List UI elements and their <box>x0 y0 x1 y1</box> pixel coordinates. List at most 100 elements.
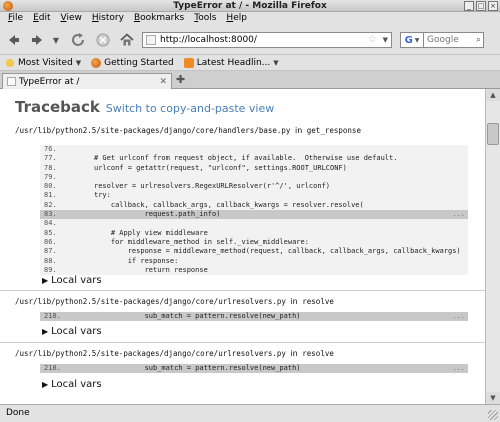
expand-context-icon[interactable]: ... <box>452 312 465 321</box>
local-vars-toggle[interactable]: ▶ Local vars <box>42 379 102 390</box>
code-context: 218. sub_match = pattern.resolve(new_pat… <box>40 312 468 322</box>
star-icon <box>5 57 15 68</box>
frame-file-path: /usr/lib/python2.5/site-packages/django/… <box>15 297 334 306</box>
menu-tools[interactable]: Tools <box>189 12 221 25</box>
frame-function: get_response <box>306 126 361 135</box>
url-dropdown-icon[interactable]: ▼ <box>383 33 388 47</box>
home-button[interactable] <box>118 31 136 49</box>
bookmark-label: Most Visited <box>18 57 73 68</box>
line-number: 84. <box>44 219 57 228</box>
code-line: 87. response = middleware_method(request… <box>40 247 468 256</box>
chevron-down-icon: ▼ <box>52 35 60 45</box>
chevron-down-icon: ▼ <box>75 58 82 67</box>
menu-bookmarks[interactable]: Bookmarks <box>129 12 189 25</box>
tab-close-icon[interactable]: ✕ <box>159 77 171 87</box>
search-engine-selector[interactable]: G ▼ <box>400 32 424 48</box>
window-controls: _ □ × <box>464 1 498 11</box>
line-source: return response <box>94 265 208 274</box>
line-number: 88. <box>44 256 57 265</box>
menu-file[interactable]: File <box>3 12 28 25</box>
line-source: for middleware_method in self._view_midd… <box>94 237 309 246</box>
line-number: 85. <box>44 228 57 237</box>
bookmark-most-visited[interactable]: Most Visited ▼ <box>0 55 86 71</box>
bookmark-getting-started[interactable]: Getting Started <box>86 55 179 71</box>
bookmark-star-icon[interactable]: ☆ <box>368 33 377 47</box>
code-line-highlighted: 218. sub_match = pattern.resolve(new_pat… <box>40 312 468 322</box>
frame-file-path: /usr/lib/python2.5/site-packages/django/… <box>15 126 361 135</box>
search-box[interactable]: ⌕ <box>424 32 484 48</box>
line-number: 218. <box>44 312 61 320</box>
back-button[interactable] <box>4 31 22 49</box>
page-content: Traceback Switch to copy-and-paste view … <box>0 89 485 404</box>
code-line: 76. <box>40 145 468 154</box>
line-source: urlconf = getattr(request, "urlconf", se… <box>94 163 347 172</box>
history-dropdown-button[interactable]: ▼ <box>51 31 61 49</box>
reload-button[interactable] <box>69 31 87 49</box>
minimize-icon[interactable]: _ <box>464 1 474 11</box>
menu-view[interactable]: View <box>56 12 87 25</box>
scroll-up-icon[interactable]: ▲ <box>486 89 500 101</box>
menu-edit[interactable]: Edit <box>28 12 55 25</box>
stop-button[interactable] <box>94 31 112 49</box>
scroll-down-icon[interactable]: ▼ <box>486 392 500 404</box>
page-favicon-icon <box>7 77 16 86</box>
code-context: 218. sub_match = pattern.resolve(new_pat… <box>40 364 468 374</box>
vertical-scrollbar[interactable]: ▲ ▼ <box>485 89 500 404</box>
resize-grip-icon[interactable] <box>488 410 498 420</box>
back-arrow-icon <box>9 35 19 45</box>
code-line: 78. urlconf = getattr(request, "urlconf",… <box>40 164 468 173</box>
line-number: 79. <box>44 172 57 181</box>
chevron-down-icon: ▼ <box>273 58 279 67</box>
google-icon: G <box>404 34 413 46</box>
bookmark-label: Latest Headlin... <box>196 57 271 68</box>
close-icon[interactable]: × <box>488 1 498 11</box>
home-icon <box>120 33 134 46</box>
frame-in-word: in <box>290 349 298 358</box>
expand-triangle-icon: ▶ <box>42 276 49 285</box>
local-vars-toggle[interactable]: ▶ Local vars <box>42 275 102 286</box>
page-favicon-icon <box>146 35 156 45</box>
scroll-thumb[interactable] <box>487 123 499 145</box>
code-line: 88. if response: <box>40 257 468 266</box>
code-line: 79. <box>40 173 468 182</box>
line-number: 87. <box>44 247 57 256</box>
bookmark-latest-headlines[interactable]: Latest Headlin... ▼ <box>179 55 284 71</box>
expand-context-icon[interactable]: ... <box>452 364 465 373</box>
url-bar[interactable]: http://localhost:8000/ ☆ ▼ <box>142 32 392 48</box>
line-source: callback, callback_args, callback_kwargs… <box>94 200 364 209</box>
code-line: 86. for middleware_method in self._view_… <box>40 238 468 247</box>
url-text[interactable]: http://localhost:8000/ <box>160 33 257 47</box>
search-input[interactable] <box>424 33 470 47</box>
bookmarks-toolbar: Most Visited ▼ Getting Started Latest He… <box>0 55 500 71</box>
frame-file: /usr/lib/python2.5/site-packages/django/… <box>15 126 291 135</box>
line-source: resolver = urlresolvers.RegexURLResolver… <box>94 182 331 191</box>
navigation-toolbar: ▼ http://localhost:8000/ ☆ ▼ G ▼ ⌕ <box>0 25 500 55</box>
line-number: 77. <box>44 154 57 163</box>
tab-label: TypeError at / <box>19 76 80 87</box>
local-vars-label: Local vars <box>51 326 102 337</box>
expand-context-icon[interactable]: ... <box>452 210 465 219</box>
code-context: 76. 77. # Get urlconf from request object,… <box>40 145 468 276</box>
line-source: sub_match = pattern.resolve(new_path) <box>94 312 301 320</box>
status-bar: Done <box>0 404 500 422</box>
line-number: 86. <box>44 237 57 246</box>
line-source: try: <box>94 191 111 200</box>
line-number: 80. <box>44 182 57 191</box>
maximize-icon[interactable]: □ <box>476 1 486 11</box>
code-line-highlighted: 218. sub_match = pattern.resolve(new_pat… <box>40 364 468 374</box>
frame-function: resolve <box>302 297 334 306</box>
switch-view-link[interactable]: Switch to copy-and-paste view <box>106 102 274 115</box>
menu-history[interactable]: History <box>87 12 129 25</box>
code-line: 89. return response <box>40 266 468 275</box>
tab-typeerror[interactable]: TypeError at / ✕ <box>2 73 172 89</box>
expand-triangle-icon: ▶ <box>42 327 49 336</box>
menu-help[interactable]: Help <box>221 12 252 25</box>
code-line: 77. # Get urlconf from request object, if… <box>40 154 468 163</box>
status-text: Done <box>6 408 30 418</box>
local-vars-toggle[interactable]: ▶ Local vars <box>42 326 102 337</box>
local-vars-label: Local vars <box>51 379 102 390</box>
new-tab-button[interactable]: ✚ <box>176 73 185 86</box>
search-icon[interactable]: ⌕ <box>476 33 481 47</box>
forward-button[interactable] <box>29 31 47 49</box>
frame-in-word: in <box>290 297 298 306</box>
